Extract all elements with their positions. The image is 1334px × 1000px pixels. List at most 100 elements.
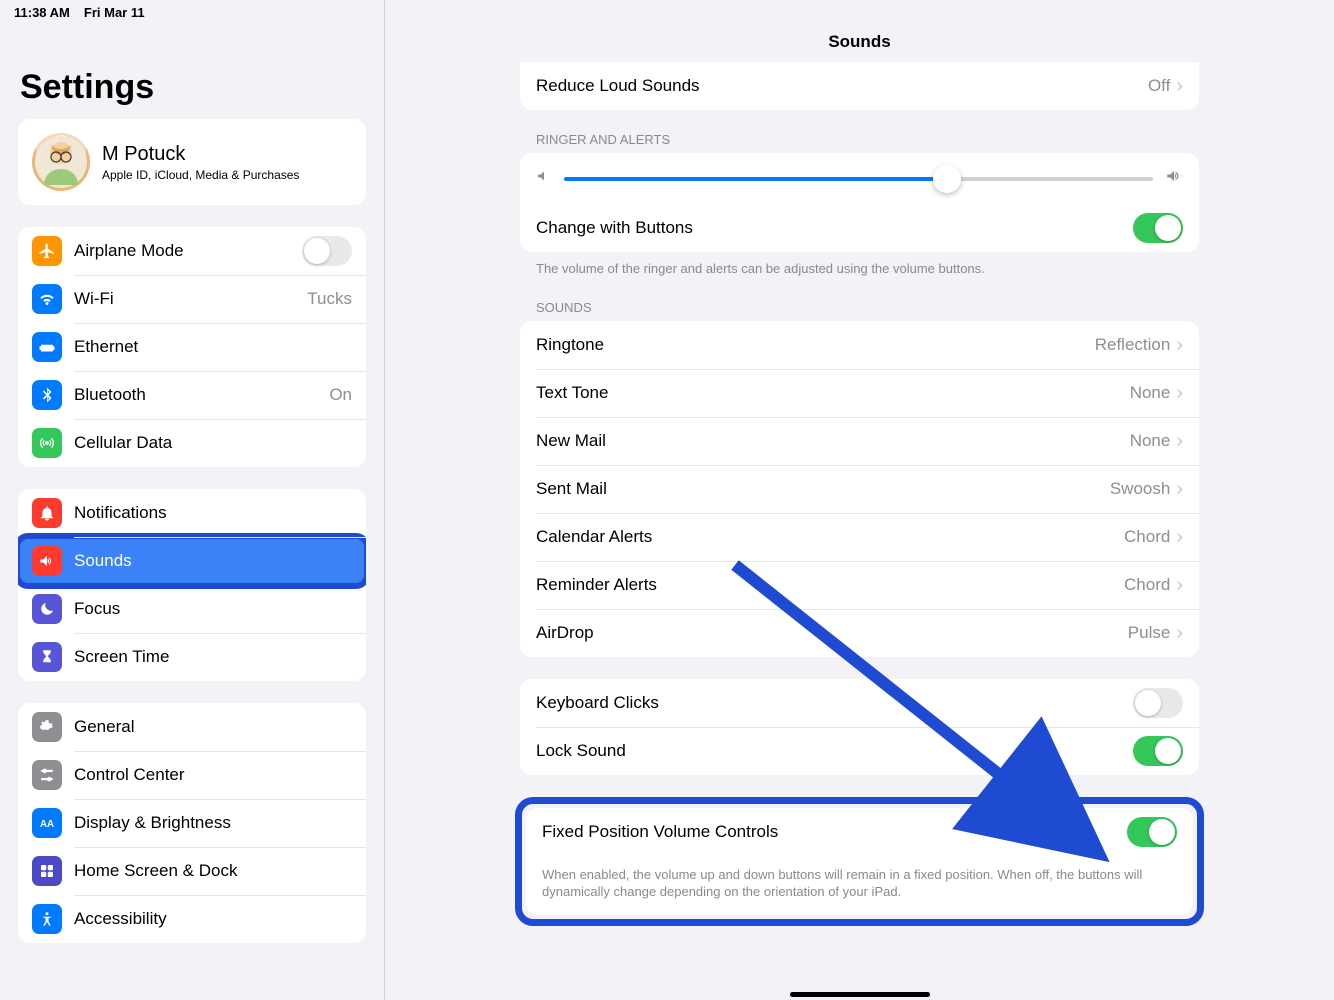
sidebar-group-attention: Notifications Sounds Focus Screen Time [18,489,366,681]
row-label: Home Screen & Dock [74,861,352,881]
volume-high-icon [1165,167,1183,190]
gear-icon [32,712,62,742]
speaker-icon [32,546,62,576]
fixed-card: Fixed Position Volume Controls [526,808,1193,856]
keyboard-toggle[interactable] [1133,688,1183,718]
row-sentmail[interactable]: Sent MailSwoosh › [520,465,1199,513]
row-ringtone[interactable]: RingtoneReflection› [520,321,1199,369]
row-keyboard-clicks[interactable]: Keyboard Clicks [520,679,1199,727]
row-label: Control Center [74,765,352,785]
settings-sidebar: Settings M Potuck Apple ID, iCloud, Medi… [0,0,385,1000]
fixed-footer: When enabled, the volume up and down but… [526,856,1193,915]
row-value: Pulse [1128,623,1171,643]
sidebar-group-connectivity: Airplane Mode Wi-Fi Tucks Ethernet Bluet… [18,227,366,467]
reduce-loud-card: Reduce Loud Sounds Off › [520,62,1199,110]
section-header-sounds: SOUNDS [536,300,1199,315]
sidebar-item-general[interactable]: General [18,703,366,751]
sidebar-item-airplane[interactable]: Airplane Mode [18,227,366,275]
sliders-icon [32,760,62,790]
row-newmail[interactable]: New MailNone› [520,417,1199,465]
row-label: Reduce Loud Sounds [536,76,1148,96]
fixed-toggle[interactable] [1127,817,1177,847]
sidebar-item-wifi[interactable]: Wi-Fi Tucks [18,275,366,323]
row-fixed-position[interactable]: Fixed Position Volume Controls [526,808,1193,856]
detail-title: Sounds [385,0,1334,62]
sidebar-item-display[interactable]: AA Display & Brightness [18,799,366,847]
chevron-right-icon: › [1176,479,1183,499]
ringer-card: Change with Buttons [520,153,1199,252]
row-label: Keyboard Clicks [536,693,1133,713]
row-label: Lock Sound [536,741,1133,761]
row-texttone[interactable]: Text ToneNone› [520,369,1199,417]
status-time: 11:38 AM [14,5,70,20]
row-label: AirDrop [536,623,1128,643]
section-header-ringer: RINGER AND ALERTS [536,132,1199,147]
bluetooth-icon [32,380,62,410]
sidebar-group-general: General Control Center AA Display & Brig… [18,703,366,943]
accessibility-icon [32,904,62,934]
sidebar-item-control-center[interactable]: Control Center [18,751,366,799]
cellular-icon [32,428,62,458]
wifi-icon [32,284,62,314]
ringer-footer: The volume of the ringer and alerts can … [536,260,1183,278]
sidebar-item-cellular[interactable]: Cellular Data [18,419,366,467]
chevron-right-icon: › [1176,575,1183,595]
chevron-right-icon: › [1176,431,1183,451]
row-calendar[interactable]: Calendar AlertsChord › [520,513,1199,561]
row-label: Accessibility [74,909,352,929]
row-value: Swoosh [1110,479,1170,499]
row-value: Chord [1124,527,1170,547]
sidebar-item-sounds[interactable]: Sounds [18,537,366,585]
profile-sub: Apple ID, iCloud, Media & Purchases [102,168,299,182]
moon-icon [32,594,62,624]
row-value: None [1130,383,1171,403]
row-label: Cellular Data [74,433,352,453]
row-label: Ethernet [74,337,352,357]
airplane-toggle[interactable] [302,236,352,266]
volume-slider-row[interactable] [520,153,1199,204]
row-label: Bluetooth [74,385,329,405]
page-title: Settings [0,60,384,119]
row-value: Off [1148,76,1170,96]
sidebar-item-notifications[interactable]: Notifications [18,489,366,537]
sidebar-item-focus[interactable]: Focus [18,585,366,633]
row-label: General [74,717,352,737]
row-reminder[interactable]: Reminder AlertsChord› [520,561,1199,609]
row-airdrop[interactable]: AirDropPulse› [520,609,1199,657]
row-value: None [1130,431,1171,451]
sidebar-item-screentime[interactable]: Screen Time [18,633,366,681]
profile-card[interactable]: M Potuck Apple ID, iCloud, Media & Purch… [18,119,366,205]
sidebar-item-accessibility[interactable]: Accessibility [18,895,366,943]
row-label: Sounds [74,551,352,571]
status-date: Fri Mar 11 [84,5,145,20]
bluetooth-value: On [329,385,352,405]
change-buttons-toggle[interactable] [1133,213,1183,243]
home-indicator [790,992,930,997]
chevron-right-icon: › [1176,383,1183,403]
sidebar-item-bluetooth[interactable]: Bluetooth On [18,371,366,419]
profile-name: M Potuck [102,143,299,166]
row-label: Display & Brightness [74,813,352,833]
chevron-right-icon: › [1176,527,1183,547]
sounds-card: RingtoneReflection› Text ToneNone› New M… [520,321,1199,657]
volume-low-icon [536,168,552,189]
row-label: Sent Mail [536,479,1110,499]
row-label: Calendar Alerts [536,527,1124,547]
row-label: Change with Buttons [536,218,1133,238]
row-lock-sound[interactable]: Lock Sound [520,727,1199,775]
volume-slider[interactable] [564,177,1153,181]
chevron-right-icon: › [1176,76,1183,96]
lock-toggle[interactable] [1133,736,1183,766]
row-label: Text Tone [536,383,1130,403]
row-value: Chord [1124,575,1170,595]
row-label: Ringtone [536,335,1095,355]
row-reduce-loud[interactable]: Reduce Loud Sounds Off › [520,62,1199,110]
sidebar-item-ethernet[interactable]: Ethernet [18,323,366,371]
row-change-buttons[interactable]: Change with Buttons [520,204,1199,252]
row-value: Reflection [1095,335,1171,355]
wifi-value: Tucks [307,289,352,309]
row-label: Focus [74,599,352,619]
clicks-card: Keyboard Clicks Lock Sound [520,679,1199,775]
svg-text:AA: AA [40,819,54,830]
sidebar-item-home-screen[interactable]: Home Screen & Dock [18,847,366,895]
